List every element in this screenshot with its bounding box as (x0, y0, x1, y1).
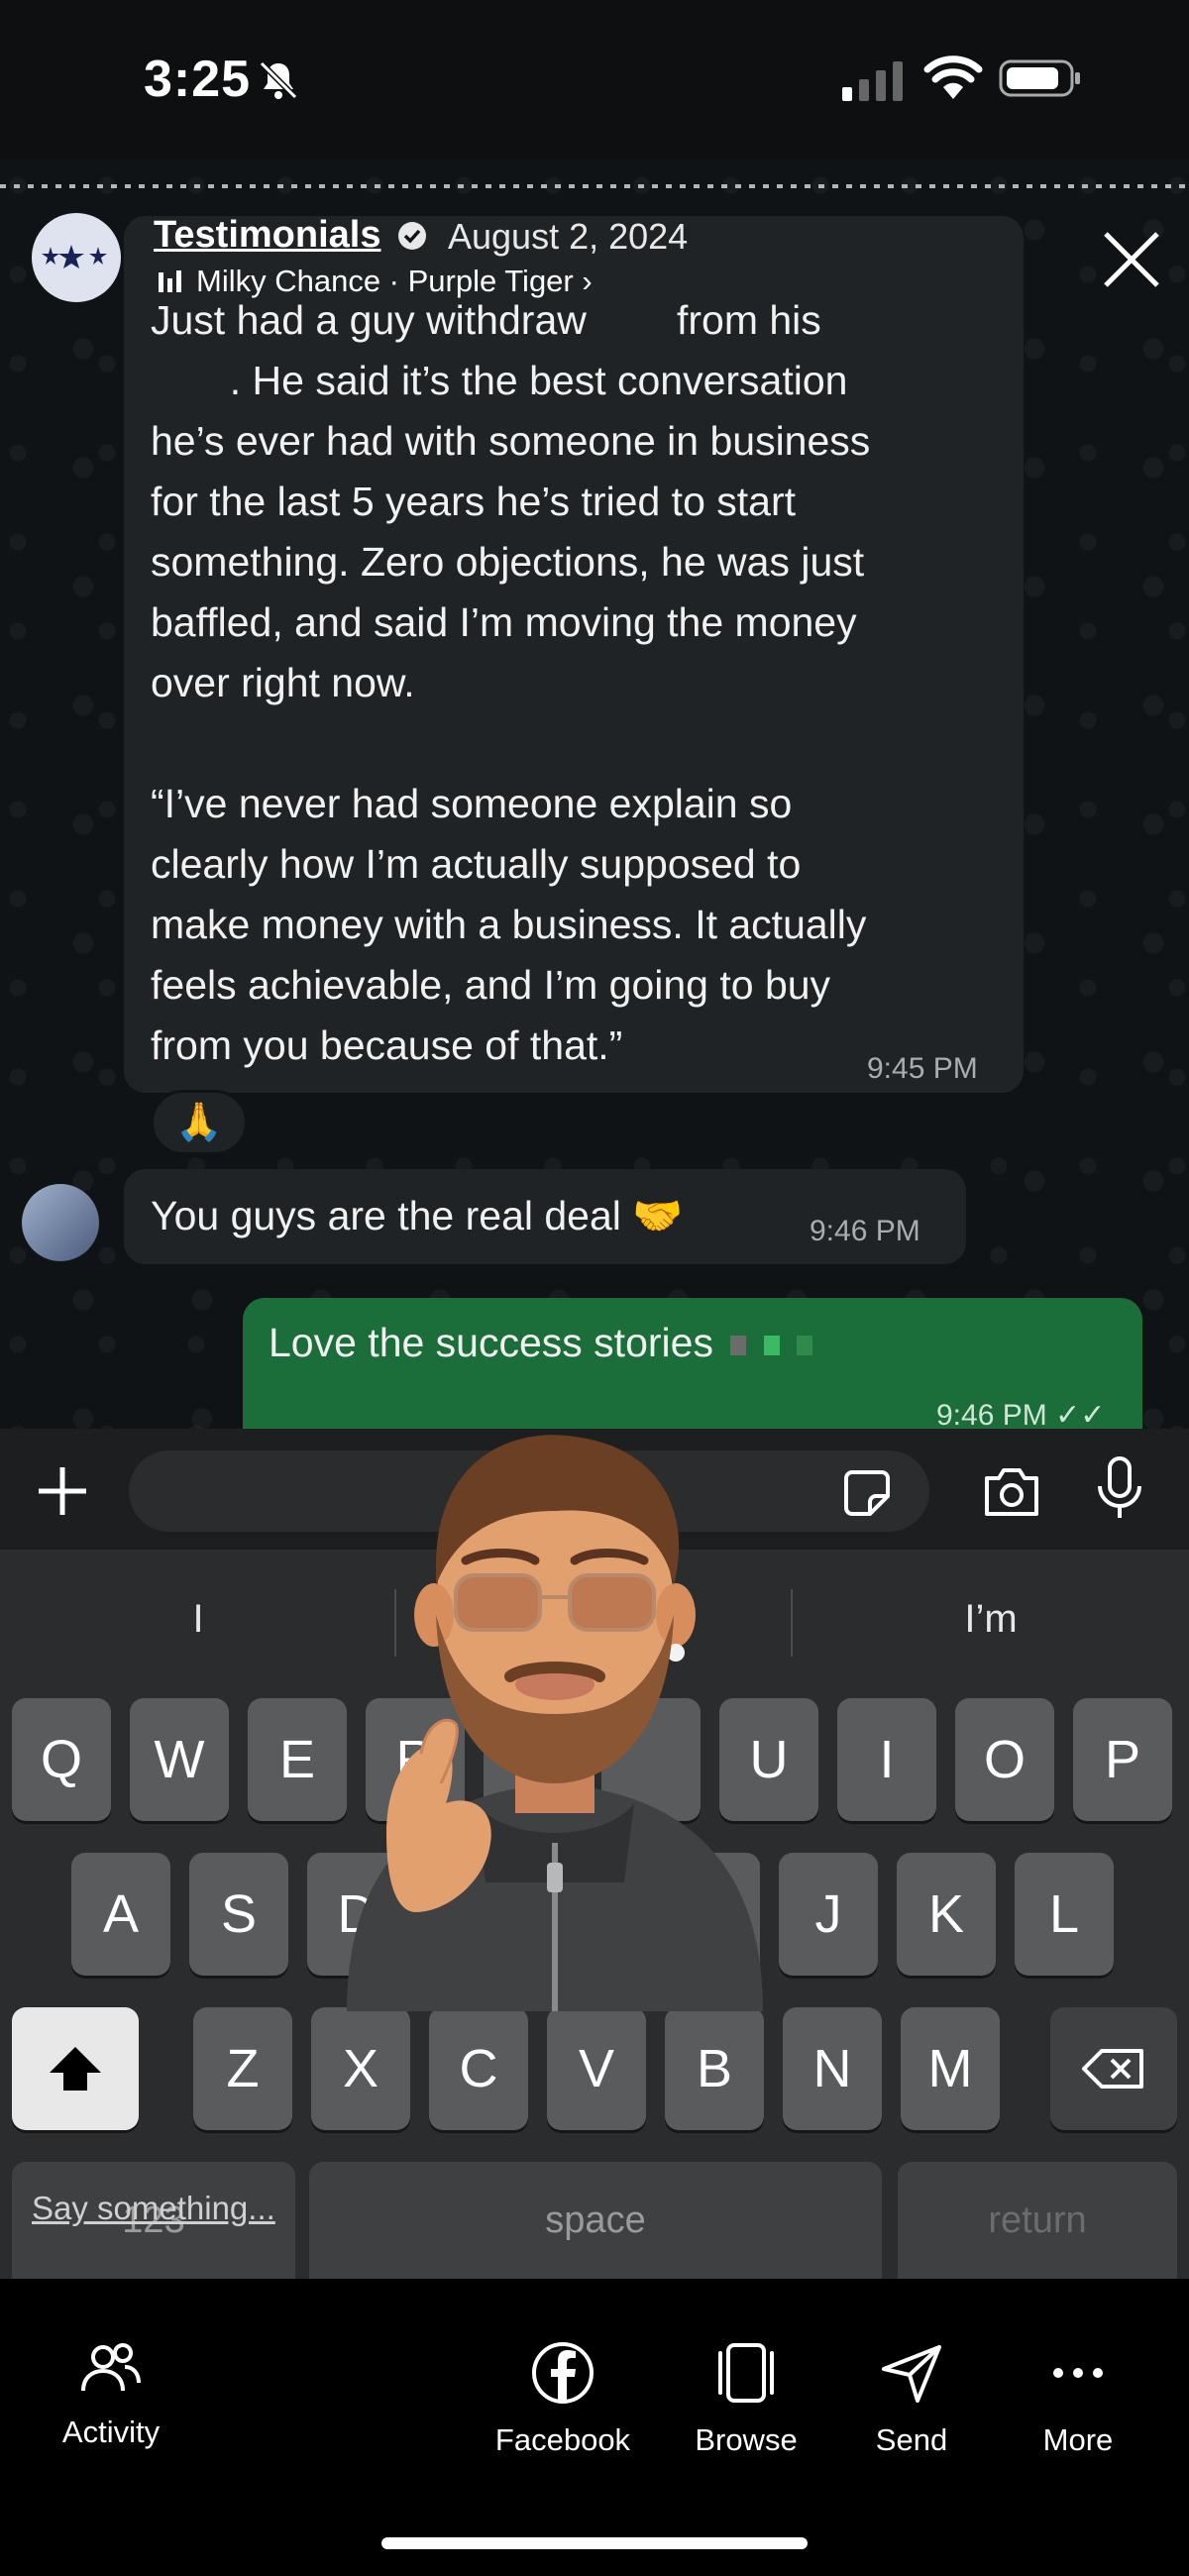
key-z[interactable]: Z (193, 2007, 292, 2130)
shift-key[interactable] (12, 2007, 139, 2130)
key-i[interactable]: I (837, 1698, 936, 1821)
sender-avatar (22, 1184, 99, 1261)
microphone-icon[interactable] (1095, 1456, 1144, 1522)
cellular-signal-icon (842, 61, 903, 101)
music-label: Milky Chance · Purple Tiger › (196, 264, 593, 298)
battery-icon (999, 59, 1080, 97)
browse-icon (718, 2343, 774, 2403)
music-bars-icon (159, 270, 181, 292)
send-icon (882, 2345, 941, 2403)
chat-message-outgoing: Love the success stories 9:46 PM ✓✓ (243, 1298, 1142, 1437)
story-progress-strip (0, 184, 1189, 188)
sticker-icon[interactable] (842, 1468, 892, 1518)
nav-label: Activity (61, 2415, 161, 2449)
message-text: Love the success stories (269, 1320, 713, 1365)
people-icon (81, 2343, 141, 2392)
message-time: 9:46 PM (810, 1215, 920, 1247)
key-k[interactable]: K (897, 1853, 996, 1976)
memoji-sticker (347, 1435, 763, 2011)
key-s[interactable]: S (189, 1853, 288, 1976)
camera-icon[interactable] (981, 1462, 1042, 1522)
nav-send[interactable]: Send (862, 2341, 961, 2458)
key-j[interactable]: J (779, 1853, 878, 1976)
message-reaction: 🙏 (151, 1090, 248, 1155)
status-time: 3:25 (144, 51, 252, 108)
nav-label: More (1042, 2422, 1114, 2457)
silent-bell-icon (259, 60, 298, 100)
nav-activity[interactable]: Activity (52, 2341, 170, 2450)
delete-key[interactable] (1050, 2007, 1177, 2130)
close-icon[interactable] (1100, 228, 1163, 291)
more-dots-icon (1053, 2368, 1103, 2378)
nav-label: Send (875, 2422, 948, 2457)
plus-icon[interactable] (35, 1463, 90, 1519)
message-text: You guys are the real deal 🤝 (151, 1193, 684, 1238)
message-time: 9:45 PM (867, 1052, 978, 1085)
key-v[interactable]: V (547, 2007, 646, 2130)
nav-browse[interactable]: Browse (687, 2341, 806, 2458)
key-b[interactable]: B (665, 2007, 764, 2130)
nav-facebook[interactable]: Facebook (488, 2341, 637, 2458)
shift-arrow-icon (50, 2047, 101, 2091)
facebook-icon (532, 2342, 594, 2404)
key-l[interactable]: L (1015, 1853, 1114, 1976)
chat-message-incoming: You guys are the real deal 🤝 9:46 PM (124, 1169, 966, 1264)
wifi-icon (923, 55, 983, 99)
key-c[interactable]: C (429, 2007, 528, 2130)
message-text: Just had a guy withdraw from his . He sa… (151, 297, 871, 1068)
key-w[interactable]: W (130, 1698, 229, 1821)
key-o[interactable]: O (955, 1698, 1054, 1821)
key-x[interactable]: X (311, 2007, 410, 2130)
bottom-nav: Activity Facebook Browse Send More (0, 2279, 1189, 2576)
key-m[interactable]: M (901, 2007, 1000, 2130)
verified-badge-icon (398, 222, 426, 250)
key-p[interactable]: P (1073, 1698, 1172, 1821)
suggestion[interactable]: I’m (798, 1597, 1184, 1642)
redacted-block (730, 1336, 747, 1356)
divider (791, 1589, 793, 1657)
account-avatar[interactable] (32, 213, 121, 302)
key-n[interactable]: N (783, 2007, 882, 2130)
reply-input[interactable]: Say something... (32, 2190, 275, 2227)
status-bar: 3:25 (0, 0, 1189, 159)
key-a[interactable]: A (71, 1853, 170, 1976)
redacted-block (797, 1336, 813, 1356)
stars-logo-icon (42, 245, 107, 268)
nav-more[interactable]: More (1028, 2341, 1128, 2458)
chat-message-incoming: Just had a guy withdraw from his . He sa… (124, 216, 1024, 1093)
redacted-block (763, 1336, 780, 1356)
backspace-icon (1082, 2049, 1143, 2089)
return-key[interactable]: return (898, 2162, 1177, 2279)
story-date: August 2, 2024 (448, 216, 689, 257)
music-attribution[interactable]: Milky Chance · Purple Tiger › (157, 264, 593, 299)
nav-label: Facebook (494, 2422, 631, 2457)
nav-label: Browse (695, 2422, 798, 2457)
space-key[interactable]: space (309, 2162, 882, 2279)
home-indicator[interactable] (381, 2537, 808, 2549)
key-q[interactable]: Q (12, 1698, 111, 1821)
story-account-name[interactable]: Testimonials (154, 214, 380, 257)
